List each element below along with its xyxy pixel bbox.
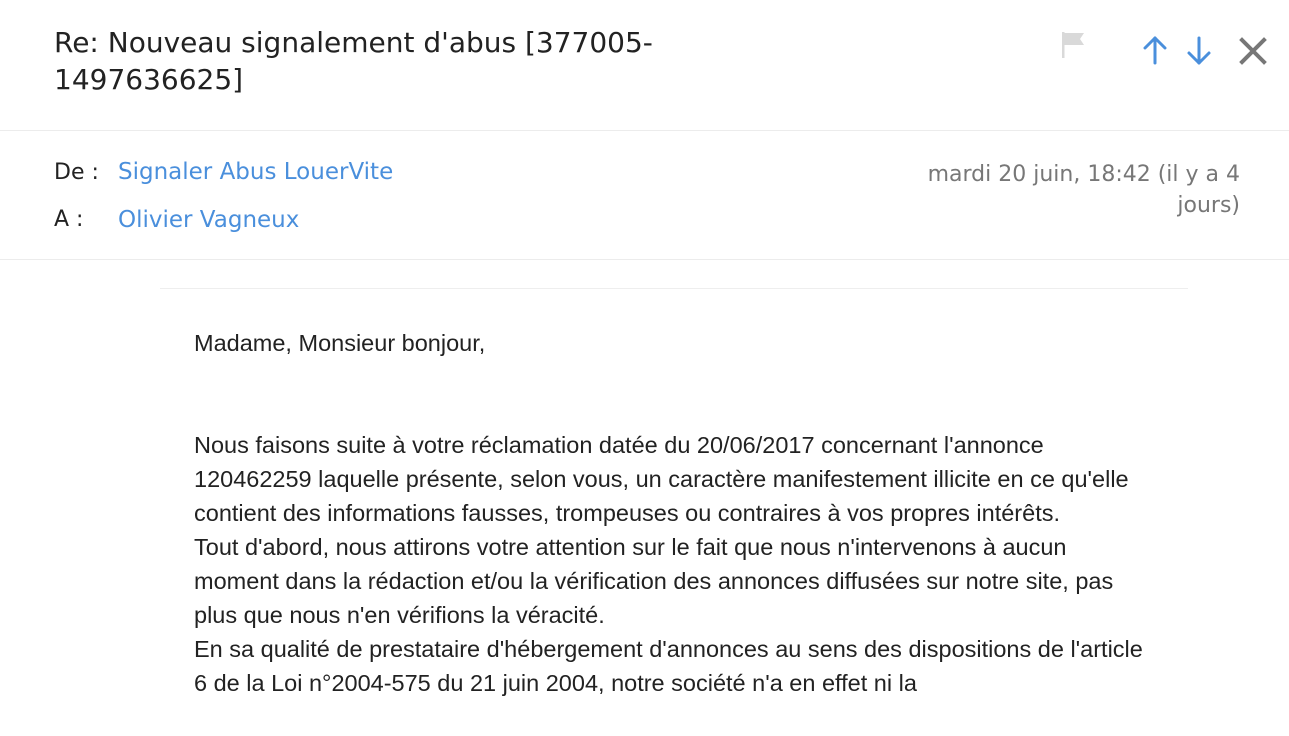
body-divider [160,288,1188,289]
recipient-link[interactable]: Olivier Vagneux [118,207,299,233]
email-subject: Re: Nouveau signalement d'abus [377005-1… [54,26,653,96]
email-body: Madame, Monsieur bonjour, Nous faisons s… [194,326,1154,700]
close-icon[interactable] [1238,36,1268,66]
to-label: A : [54,207,84,232]
arrow-down-icon[interactable] [1184,34,1214,68]
sender-link[interactable]: Signaler Abus LouerVite [118,159,393,185]
body-greeting: Madame, Monsieur bonjour, [194,330,486,356]
body-paragraph: Tout d'abord, nous attirons votre attent… [194,534,1114,628]
flag-icon[interactable] [1060,30,1088,62]
from-label: De : [54,160,99,185]
email-header: Re: Nouveau signalement d'abus [377005-1… [0,0,1289,131]
arrow-up-icon[interactable] [1140,34,1170,68]
email-meta: De : Signaler Abus LouerVite A : Olivier… [0,131,1289,260]
email-date: mardi 20 juin, 18:42 (il y a 4 jours) [927,162,1240,218]
body-paragraph: En sa qualité de prestataire d'hébergeme… [194,636,1143,696]
body-paragraph: Nous faisons suite à votre réclamation d… [194,432,1129,526]
